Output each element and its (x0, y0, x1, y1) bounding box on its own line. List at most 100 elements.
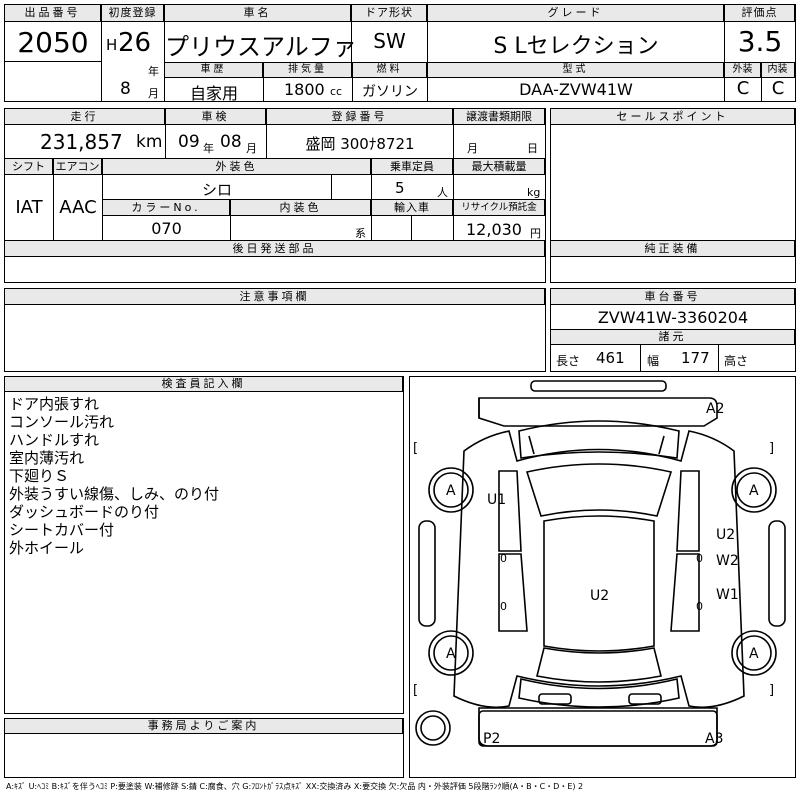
mark-p2: P2 (483, 731, 500, 747)
inspection-month: 08 (220, 132, 242, 152)
inspector-note: ハンドルすれ (9, 431, 100, 449)
chassis-label: 車台番号 (551, 289, 795, 305)
first-reg-era: H (106, 36, 118, 54)
wheel-mark-fr: A (749, 483, 759, 499)
bracket-left-2: [ (413, 683, 418, 698)
interior-color-unit: 系 (355, 227, 366, 240)
chassis-number: ZVW41W-3360204 (597, 308, 749, 327)
fuel-label: 燃料 (353, 63, 427, 78)
transfer-day-unit: 日 (527, 142, 538, 155)
inspector-note: ダッシュボードのり付 (9, 503, 160, 521)
mark-w1: W1 (716, 587, 739, 603)
first-reg-year: 26 (118, 28, 152, 58)
mark-u1: U1 (487, 492, 506, 508)
mileage-label: 走行 (5, 109, 165, 125)
car-name-label: 車名 (165, 5, 351, 22)
door-type: SW (373, 29, 406, 53)
divider (718, 345, 719, 371)
inspector-notes: ドア内張すれ コンソール汚れ ハンドルすれ 室内薄汚れ 下廻りＳ 外装うすい線傷… (9, 395, 219, 557)
capacity-label: 乗車定員 (372, 159, 453, 175)
spec-width: 177 (681, 349, 710, 367)
lot-label: 出品番号 (5, 5, 101, 22)
inspector-note: 下廻りＳ (9, 467, 70, 485)
zero-right-1: 0 (696, 552, 703, 565)
color-no-label: カラーNo. (103, 200, 230, 216)
legend: A:ｷｽﾞ U:ﾍｺﾐ B:ｷｽﾞを伴うﾍｺﾐ P:要塗装 W:補修跡 S:錆 … (6, 782, 584, 791)
exterior-color: シロ (201, 181, 232, 199)
shift: IAT (15, 197, 43, 218)
car-diagram: A2 [ ] A A U1 U2 0 0 W2 U2 W1 0 0 A A [ … (413, 380, 786, 747)
mark-a3: A3 (705, 731, 723, 747)
spec-length: 461 (596, 349, 625, 367)
inspection-year: 09 (178, 132, 200, 152)
displacement-label: 排気量 (264, 63, 352, 78)
aircon-label: エアコン (54, 159, 102, 175)
max-load-unit: kg (527, 186, 541, 199)
inspector-label: 検査員記入欄 (5, 377, 403, 392)
transfer-month-unit: 月 (467, 142, 478, 155)
inspector-note: 外装うすい線傷、しみ、のり付 (9, 485, 220, 503)
shift-label: シフト (5, 159, 53, 175)
bracket-left-1: [ (413, 441, 418, 456)
inspector-note: シートカバー付 (9, 521, 115, 539)
mileage: 231,857 (40, 130, 123, 154)
inspection-year-unit: 年 (203, 142, 214, 155)
first-reg-label: 初度登録 (102, 5, 164, 22)
mark-w2: W2 (716, 553, 739, 569)
first-reg-month: 8 (120, 79, 131, 99)
divider (5, 61, 101, 62)
import-label: 輸入車 (372, 200, 453, 216)
model-code-label: 型式 (428, 63, 724, 78)
office-label: 事務局よりご案内 (5, 719, 403, 734)
exterior-score: C (736, 78, 750, 99)
bracket-right-2: ] (769, 683, 774, 698)
max-load-label: 最大積載量 (454, 159, 545, 175)
mark-u2-center: U2 (590, 588, 609, 604)
displacement-unit: cc (330, 85, 343, 98)
interior-score-label: 内装 (761, 63, 795, 78)
exterior-color-label: 外装色 (103, 159, 371, 175)
wheel-mark-rr: A (749, 646, 759, 662)
genuine-label: 純正装備 (551, 241, 795, 257)
mileage-unit: km (136, 132, 163, 152)
color-no: 070 (151, 219, 182, 238)
mark-u2-right: U2 (716, 527, 735, 543)
divider (411, 216, 412, 240)
history-label: 車歴 (165, 63, 263, 78)
displacement: 1800 (284, 80, 325, 99)
specs-label: 諸元 (551, 330, 795, 345)
capacity: 5 (395, 179, 405, 197)
bracket-right-1: ] (769, 441, 774, 456)
divider (640, 345, 641, 371)
sales-point-label: セールスポイント (551, 109, 795, 125)
interior-score: C (771, 78, 785, 99)
reg-number: 盛岡 300ﾅ8721 (305, 135, 415, 153)
grade-label: グレード (428, 5, 724, 22)
transfer-deadline-label: 譲渡書類期限 (454, 109, 545, 125)
recycle-label: リサイクル預託金 (454, 200, 545, 216)
later-parts-label: 後日発送部品 (5, 241, 545, 257)
zero-right-2: 0 (696, 600, 703, 613)
reg-number-label: 登録番号 (267, 109, 453, 125)
score-label: 評価点 (725, 5, 795, 22)
first-reg-year-unit: 年 (148, 65, 159, 78)
zero-left-1: 0 (500, 552, 507, 565)
lot-number: 2050 (17, 26, 89, 59)
recycle: 12,030 (466, 220, 522, 239)
spec-width-label: 幅 (647, 354, 660, 368)
zero-left-2: 0 (500, 600, 507, 613)
door-label: ドア形状 (352, 5, 427, 22)
inspector-note: コンソール汚れ (9, 413, 115, 431)
capacity-unit: 人 (437, 186, 448, 199)
wheel-mark-fl: A (446, 483, 456, 499)
score: 3.5 (737, 25, 783, 58)
wheel-mark-rl: A (446, 646, 456, 662)
aircon: AAC (59, 197, 97, 218)
inspection-label: 車検 (166, 109, 266, 125)
spec-length-label: 長さ (556, 354, 581, 368)
exterior-score-label: 外装 (725, 63, 761, 78)
notes-label: 注意事項欄 (5, 289, 545, 305)
inspector-note: 外ホイール (9, 539, 85, 557)
spec-height-label: 高さ (724, 354, 749, 368)
divider (331, 175, 332, 199)
